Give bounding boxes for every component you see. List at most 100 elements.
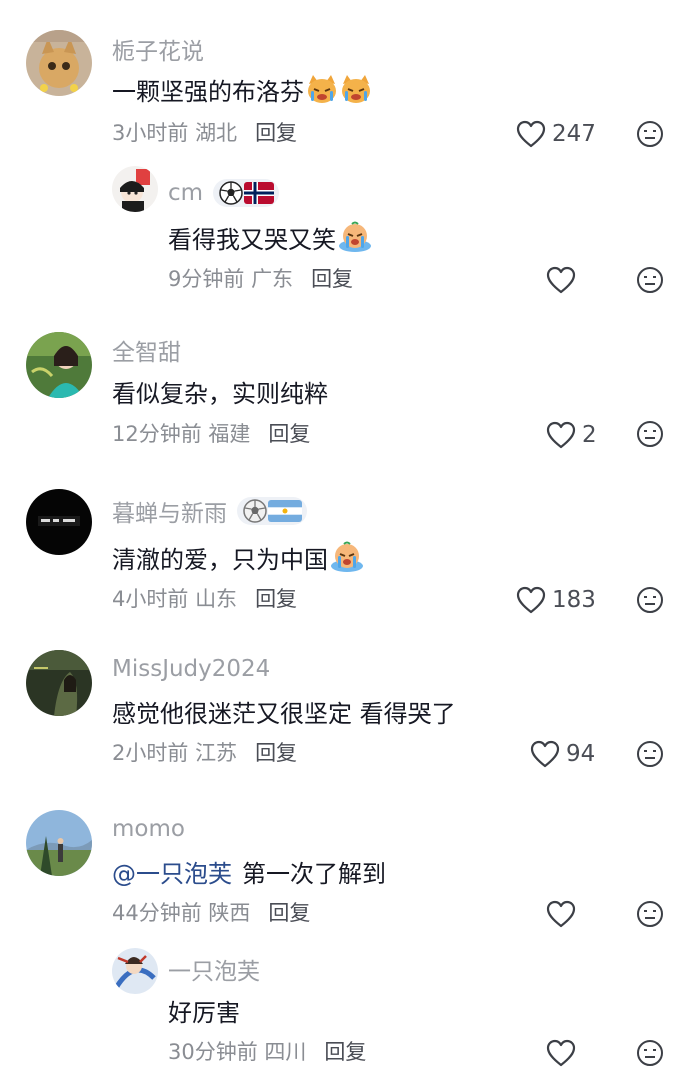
comment-text: 看似复杂，实则纯粹 — [112, 374, 328, 408]
comment-text: @一只泡芙 第一次了解到 — [112, 854, 386, 888]
commenter-name-label: 暮蝉与新雨 — [112, 501, 227, 527]
comment-time: 30分钟前 — [168, 1040, 258, 1064]
dislike-face-icon — [637, 587, 663, 613]
comment-item: 栀子花说 一颗坚强的布洛芬 3小时前 湖北 回复 247 — [0, 0, 690, 170]
comment-meta: 30分钟前 四川 回复 — [168, 1036, 366, 1066]
reply-button[interactable]: 回复 — [255, 737, 297, 767]
fan-badge — [237, 497, 307, 525]
cat-crying-emoji — [340, 74, 372, 104]
commenter-name[interactable]: MissJudy2024 — [112, 654, 270, 684]
comment-meta: 3小时前 湖北 回复 — [112, 117, 297, 147]
dislike-face-icon — [637, 421, 663, 447]
heart-icon — [546, 266, 576, 294]
comment-location: 陕西 — [208, 901, 251, 925]
reply-button[interactable]: 回复 — [324, 1036, 366, 1066]
dislike-button[interactable] — [636, 1039, 664, 1067]
commenter-name-label: 全智甜 — [112, 340, 181, 366]
commenter-name[interactable]: momo — [112, 814, 185, 844]
commenter-name[interactable]: 一只泡芙 — [168, 954, 260, 985]
avatar[interactable] — [112, 948, 158, 994]
dislike-button[interactable] — [636, 586, 664, 614]
like-button[interactable] — [546, 899, 576, 929]
commenter-name[interactable]: 暮蝉与新雨 — [112, 496, 307, 527]
like-count: 183 — [552, 587, 596, 613]
dislike-button[interactable] — [636, 420, 664, 448]
reply-button[interactable]: 回复 — [268, 418, 310, 448]
argentina-flag-icon — [268, 500, 302, 522]
like-button[interactable]: 183 — [516, 585, 596, 615]
avatar[interactable] — [26, 332, 92, 398]
avatar[interactable] — [26, 810, 92, 876]
comment-time: 12分钟前 — [112, 422, 202, 446]
reply-button[interactable]: 回复 — [311, 263, 353, 293]
norway-flag-icon — [244, 182, 275, 204]
dislike-button[interactable] — [636, 266, 664, 294]
comment-time: 4小时前 — [112, 587, 189, 611]
comment-meta: 12分钟前 福建 回复 — [112, 418, 310, 448]
like-button[interactable]: 94 — [530, 739, 595, 769]
comment-location: 四川 — [264, 1040, 307, 1064]
heart-icon — [516, 586, 546, 614]
fan-badge — [213, 179, 280, 207]
comment-time: 9分钟前 — [168, 267, 245, 291]
reply-comment-item: 一只泡芙 好厉害 30分钟前 四川 回复 — [0, 940, 690, 1087]
dislike-face-icon — [637, 901, 663, 927]
like-button[interactable] — [546, 1038, 576, 1068]
commenter-name[interactable]: 全智甜 — [112, 335, 181, 366]
comment-item: MissJudy2024 感觉他很迷茫又很坚定 看得哭了 2小时前 江苏 回复 … — [0, 630, 690, 790]
comment-item: 全智甜 看似复杂，实则纯粹 12分钟前 福建 回复 2 — [0, 300, 690, 470]
heart-icon — [546, 421, 576, 449]
avatar[interactable] — [26, 30, 92, 96]
like-count: 2 — [582, 422, 597, 448]
commenter-name-label: 一只泡芙 — [168, 959, 260, 985]
heart-icon — [546, 900, 576, 928]
commenter-name-label: momo — [112, 816, 185, 842]
comment-text: 好厉害 — [168, 993, 240, 1027]
comment-location: 湖北 — [195, 121, 238, 145]
soccer-ball-icon — [219, 181, 243, 205]
comment-text-label: 看似复杂，实则纯粹 — [112, 379, 328, 408]
like-button[interactable]: 247 — [516, 119, 596, 149]
like-count: 247 — [552, 121, 596, 147]
crying-emoji — [330, 541, 364, 573]
reply-button[interactable]: 回复 — [255, 117, 297, 147]
comment-location: 江苏 — [195, 741, 238, 765]
comment-text-label: 看得我又哭又笑 — [168, 225, 336, 254]
comment-text: 一颗坚强的布洛芬 — [112, 72, 372, 106]
comment-item: 暮蝉与新雨 清澈的爱，只为中国 4小时前 山东 回复 183 — [0, 465, 690, 635]
reply-button[interactable]: 回复 — [268, 897, 310, 927]
avatar[interactable] — [26, 489, 92, 555]
comment-meta: 4小时前 山东 回复 — [112, 583, 297, 613]
reply-button[interactable]: 回复 — [255, 583, 297, 613]
dislike-button[interactable] — [636, 120, 664, 148]
comment-item: momo @一只泡芙 第一次了解到 44分钟前 陕西 回复 — [0, 790, 690, 940]
commenter-name-label: MissJudy2024 — [112, 656, 271, 682]
dislike-face-icon — [637, 1040, 663, 1066]
comment-time: 2小时前 — [112, 741, 189, 765]
like-button[interactable] — [546, 265, 576, 295]
dislike-button[interactable] — [636, 740, 664, 768]
like-count: 94 — [566, 741, 596, 767]
comment-text-label: 一颗坚强的布洛芬 — [112, 77, 304, 106]
comment-location: 福建 — [208, 422, 251, 446]
commenter-name[interactable]: 栀子花说 — [112, 34, 204, 65]
reply-comment-item: cm 看得我又哭又笑 9分钟前 广东 回复 — [0, 150, 690, 300]
comment-text: 看得我又哭又笑 — [168, 220, 372, 254]
avatar[interactable] — [26, 650, 92, 716]
comment-meta: 9分钟前 广东 回复 — [168, 263, 353, 293]
dislike-face-icon — [637, 741, 663, 767]
dislike-face-icon — [637, 267, 663, 293]
comment-text-label: 感觉他很迷茫又很坚定 看得哭了 — [112, 699, 456, 728]
comment-time: 44分钟前 — [112, 901, 202, 925]
commenter-name-label: cm — [168, 180, 204, 206]
soccer-ball-icon — [243, 499, 267, 523]
comment-meta: 44分钟前 陕西 回复 — [112, 897, 310, 927]
dislike-button[interactable] — [636, 900, 664, 928]
like-button[interactable]: 2 — [546, 420, 597, 450]
heart-icon — [530, 740, 560, 768]
avatar[interactable] — [112, 166, 158, 212]
comment-text: 感觉他很迷茫又很坚定 看得哭了 — [112, 694, 456, 728]
comment-text-label: 好厉害 — [168, 998, 240, 1027]
commenter-name[interactable]: cm — [168, 178, 280, 208]
mention-link[interactable]: @一只泡芙 — [112, 854, 232, 889]
